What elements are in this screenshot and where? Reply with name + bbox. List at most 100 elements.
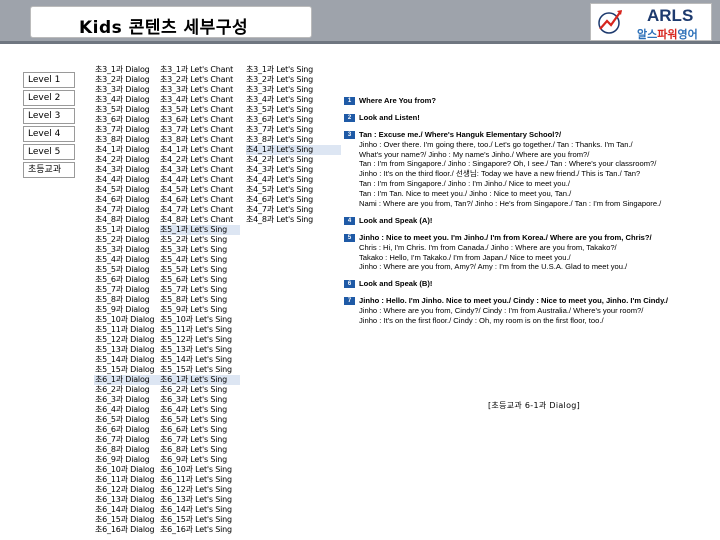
lesson-list-item[interactable]: 초6_5과 Let's Sing — [160, 415, 233, 425]
lesson-list-item[interactable]: 초3_6과 Dialog — [95, 115, 154, 125]
lesson-list-item[interactable]: 초3_6과 Let's Sing — [246, 115, 313, 125]
level-menu-item[interactable]: Level 1 — [23, 72, 75, 88]
lesson-list-item[interactable]: 초6_7과 Dialog — [95, 435, 154, 445]
lesson-list-item[interactable]: 초5_12과 Let's Sing — [160, 335, 233, 345]
lesson-list-item[interactable]: 초4_6과 Let's Chant — [160, 195, 233, 205]
level-menu-item[interactable]: Level 3 — [23, 108, 75, 124]
lesson-list-item[interactable]: 초5_3과 Dialog — [95, 245, 154, 255]
lesson-list-item[interactable]: 초3_2과 Let's Chant — [160, 75, 233, 85]
lesson-list-item[interactable]: 초6_9과 Let's Sing — [160, 455, 233, 465]
lesson-list-item[interactable]: 초5_9과 Dialog — [95, 305, 154, 315]
lesson-list-item[interactable]: 초4_6과 Dialog — [95, 195, 154, 205]
lesson-list-item[interactable]: 초6_9과 Dialog — [95, 455, 154, 465]
lesson-list-item[interactable]: 초5_15과 Let's Sing — [160, 365, 233, 375]
lesson-list-item[interactable]: 초5_4과 Let's Sing — [160, 255, 233, 265]
lesson-list-item[interactable]: 초4_2과 Dialog — [95, 155, 154, 165]
lesson-list-item[interactable]: 초5_13과 Dialog — [95, 345, 155, 355]
lesson-list-item[interactable]: 초5_13과 Let's Sing — [160, 345, 233, 355]
lesson-list-item[interactable]: 초4_1과 Let's Chant — [160, 145, 233, 155]
lesson-list-item[interactable]: 초6_14과 Let's Sing — [160, 505, 233, 515]
lesson-list-item[interactable]: 초3_7과 Let's Sing — [246, 125, 313, 135]
lesson-list-item[interactable]: 초3_7과 Dialog — [95, 125, 154, 135]
level-menu-item[interactable]: Level 5 — [23, 144, 75, 160]
lesson-list-item[interactable]: 초3_5과 Let's Sing — [246, 105, 313, 115]
lesson-list-item[interactable]: 초5_12과 Dialog — [95, 335, 155, 345]
lesson-list-item[interactable]: 초5_8과 Let's Sing — [160, 295, 233, 305]
lesson-list-item[interactable]: 초5_15과 Dialog — [95, 365, 155, 375]
lesson-list-item[interactable]: 초4_4과 Dialog — [95, 175, 154, 185]
lesson-list-item[interactable]: 초6_11과 Let's Sing — [160, 475, 233, 485]
lesson-list-item[interactable]: 초4_5과 Let's Sing — [246, 185, 313, 195]
lesson-list-item[interactable]: 초3_3과 Let's Sing — [246, 85, 313, 95]
lesson-list-item[interactable]: 초5_6과 Let's Sing — [160, 275, 233, 285]
lesson-list-item[interactable]: 초4_4과 Let's Sing — [246, 175, 313, 185]
lesson-list-item[interactable]: 초4_8과 Let's Sing — [246, 215, 313, 225]
lesson-list-item[interactable]: 초3_8과 Let's Chant — [160, 135, 233, 145]
lesson-list-item[interactable]: 초5_7과 Dialog — [95, 285, 154, 295]
lesson-list-item[interactable]: 초3_1과 Let's Chant — [160, 65, 233, 75]
lesson-list-item[interactable]: 초4_5과 Dialog — [95, 185, 154, 195]
lesson-list-item[interactable]: 초3_5과 Dialog — [95, 105, 154, 115]
lesson-list-item[interactable]: 초3_3과 Let's Chant — [160, 85, 233, 95]
lesson-list-item[interactable]: 초4_2과 Let's Sing — [246, 155, 313, 165]
lesson-list-item[interactable]: 초5_3과 Let's Sing — [160, 245, 233, 255]
lesson-list-item[interactable]: 초6_6과 Let's Sing — [160, 425, 233, 435]
lesson-list-item[interactable]: 초3_7과 Let's Chant — [160, 125, 233, 135]
lesson-list-item[interactable]: 초6_10과 Dialog — [95, 465, 155, 475]
lesson-list-item[interactable]: 초3_4과 Let's Chant — [160, 95, 233, 105]
lesson-list-item[interactable]: 초4_1과 Let's Sing — [246, 145, 313, 155]
lesson-list-item[interactable]: 초5_10과 Dialog — [95, 315, 155, 325]
lesson-list-item[interactable]: 초5_4과 Dialog — [95, 255, 154, 265]
lesson-list-item[interactable]: 초4_3과 Let's Chant — [160, 165, 233, 175]
lesson-list-item[interactable]: 초5_14과 Let's Sing — [160, 355, 233, 365]
lesson-list-item[interactable]: 초6_8과 Dialog — [95, 445, 154, 455]
lesson-list-item[interactable]: 초3_3과 Dialog — [95, 85, 154, 95]
lesson-list-item[interactable]: 초6_7과 Let's Sing — [160, 435, 233, 445]
lesson-list-item[interactable]: 초5_7과 Let's Sing — [160, 285, 233, 295]
lesson-list-item[interactable]: 초4_1과 Dialog — [95, 145, 154, 155]
lesson-list-item[interactable]: 초4_4과 Let's Chant — [160, 175, 233, 185]
lesson-list-item[interactable]: 초5_11과 Dialog — [95, 325, 155, 335]
lesson-list-item[interactable]: 초6_2과 Dialog — [95, 385, 154, 395]
lesson-list-item[interactable]: 초3_2과 Let's Sing — [246, 75, 313, 85]
lesson-list-item[interactable]: 초5_1과 Let's Sing — [160, 225, 233, 235]
lesson-list-item[interactable]: 초4_8과 Let's Chant — [160, 215, 233, 225]
lesson-list-item[interactable]: 초6_16과 Let's Sing — [160, 525, 233, 535]
lesson-list-item[interactable]: 초6_2과 Let's Sing — [160, 385, 233, 395]
lesson-list-item[interactable]: 초3_1과 Dialog — [95, 65, 154, 75]
lesson-list-item[interactable]: 초4_7과 Let's Sing — [246, 205, 313, 215]
lesson-list-item[interactable]: 초4_3과 Dialog — [95, 165, 154, 175]
lesson-list-item[interactable]: 초5_1과 Dialog — [95, 225, 154, 235]
lesson-list-item[interactable]: 초5_8과 Dialog — [95, 295, 154, 305]
lesson-list-item[interactable]: 초3_4과 Let's Sing — [246, 95, 313, 105]
lesson-list-item[interactable]: 초3_8과 Let's Sing — [246, 135, 313, 145]
lesson-list-item[interactable]: 초6_4과 Dialog — [95, 405, 154, 415]
lesson-list-item[interactable]: 초5_2과 Dialog — [95, 235, 154, 245]
level-menu-item[interactable]: Level 4 — [23, 126, 75, 142]
lesson-list-item[interactable]: 초4_3과 Let's Sing — [246, 165, 313, 175]
lesson-list-item[interactable]: 초6_16과 Dialog — [95, 525, 155, 535]
lesson-list-item[interactable]: 초4_2과 Let's Chant — [160, 155, 233, 165]
lesson-list-item[interactable]: 초6_1과 Dialog — [95, 375, 154, 385]
lesson-list-item[interactable]: 초4_5과 Let's Chant — [160, 185, 233, 195]
lesson-list-item[interactable]: 초5_14과 Dialog — [95, 355, 155, 365]
lesson-list-item[interactable]: 초5_5과 Dialog — [95, 265, 154, 275]
lesson-list-item[interactable]: 초5_9과 Let's Sing — [160, 305, 233, 315]
lesson-list-item[interactable]: 초4_7과 Dialog — [95, 205, 154, 215]
lesson-list-item[interactable]: 초6_14과 Dialog — [95, 505, 155, 515]
lesson-list-item[interactable]: 초6_1과 Let's Sing — [160, 375, 233, 385]
lesson-list-item[interactable]: 초5_5과 Let's Sing — [160, 265, 233, 275]
lesson-list-item[interactable]: 초6_6과 Dialog — [95, 425, 154, 435]
lesson-list-item[interactable]: 초6_15과 Dialog — [95, 515, 155, 525]
lesson-list-item[interactable]: 초3_2과 Dialog — [95, 75, 154, 85]
lesson-list-item[interactable]: 초3_8과 Dialog — [95, 135, 154, 145]
lesson-list-item[interactable]: 초6_3과 Let's Sing — [160, 395, 233, 405]
lesson-list-item[interactable]: 초3_5과 Let's Chant — [160, 105, 233, 115]
lesson-list-item[interactable]: 초5_6과 Dialog — [95, 275, 154, 285]
lesson-list-item[interactable]: 초6_4과 Let's Sing — [160, 405, 233, 415]
lesson-list-item[interactable]: 초6_10과 Let's Sing — [160, 465, 233, 475]
lesson-list-item[interactable]: 초4_6과 Let's Sing — [246, 195, 313, 205]
lesson-list-item[interactable]: 초6_11과 Dialog — [95, 475, 155, 485]
lesson-list-item[interactable]: 초6_5과 Dialog — [95, 415, 154, 425]
lesson-list-item[interactable]: 초6_15과 Let's Sing — [160, 515, 233, 525]
